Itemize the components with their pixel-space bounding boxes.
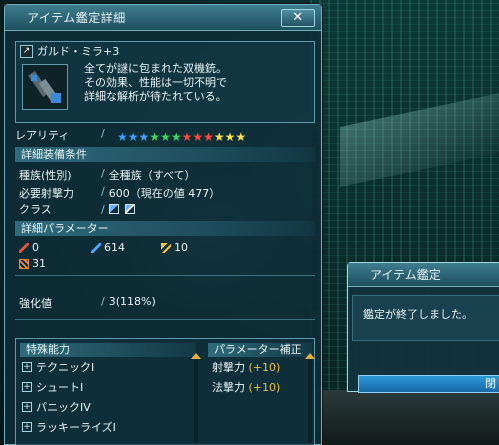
ability-item[interactable]: + ラッキーライズI: [22, 419, 116, 435]
rarity-star-icon: ★: [117, 130, 128, 144]
ability-item[interactable]: + パニックIV: [22, 399, 91, 415]
stat-dexterity: 31: [19, 257, 46, 270]
expand-icon: +: [22, 422, 32, 432]
parameters-header: 詳細パラメーター: [15, 221, 315, 236]
rarity-star-icon: ★: [149, 130, 161, 144]
rarity-star-icon: ★: [160, 130, 171, 144]
section-divider: [15, 275, 315, 276]
gunner-class-icon: [124, 204, 135, 214]
popup-title: アイテム鑑定: [348, 263, 499, 287]
item-name-row: ↗ ガルド・ミラ+3: [16, 42, 314, 60]
rarity-separator: /: [101, 127, 105, 140]
stat-technique: 10: [161, 241, 188, 254]
sword-icon: [19, 242, 29, 253]
race-label: 種族(性別): [19, 169, 72, 182]
equip-conditions-header: 詳細装備条件: [15, 147, 315, 162]
item-appraisal-detail-window: アイテム鑑定詳細 ✕ ↗ ガルド・ミラ+3 全てが謎に包まれた双機銃。 その効果…: [4, 4, 322, 445]
parameter-bonus-header: パラメーター補正: [208, 343, 312, 357]
grind-row: 強化値 / 3(118%): [19, 295, 156, 310]
grind-value: 3(118%): [108, 295, 156, 308]
rarity-stars: ★ ★ ★ ★ ★ ★ ★ ★ ★ ★ ★ ★: [117, 131, 246, 143]
expand-icon: +: [22, 382, 32, 392]
bonus-scrollbar[interactable]: [305, 353, 315, 443]
requirement-value: 600（現在の値 477）: [108, 187, 221, 200]
scroll-up-arrow-icon[interactable]: [191, 353, 201, 359]
race-value: 全種族（すべて）: [108, 169, 196, 182]
item-name: ガルド・ミラ+3: [37, 45, 120, 58]
rarity-star-icon: ★: [170, 130, 182, 144]
popup-message-box: 鑑定が終了しました。: [352, 295, 499, 341]
class-row: クラス /: [19, 201, 141, 217]
item-description: 全てが謎に包まれた双機銃。 その効果、性能は一切不明で 詳細な解析が待たれている…: [84, 62, 227, 103]
special-abilities-header: 特殊能力: [20, 343, 196, 357]
abilities-scrollbar[interactable]: [191, 353, 201, 443]
race-row: 種族(性別) / 全種族（すべて）: [19, 167, 196, 182]
rarity-star-icon: ★: [181, 130, 193, 144]
appraisal-popup: アイテム鑑定 鑑定が終了しました。 閉: [347, 262, 499, 393]
rarity-star-icon: ★: [235, 130, 247, 144]
requirement-row: 必要射撃力 / 600（現在の値 477）: [19, 185, 221, 200]
popup-close-button[interactable]: 閉: [358, 375, 499, 393]
dex-icon: [19, 258, 29, 269]
expand-icon: +: [22, 362, 32, 372]
ranger-class-icon: [108, 204, 119, 214]
ability-panel: 特殊能力 パラメーター補正 + テクニックI + シュートI + パニックIV …: [15, 338, 315, 445]
bonus-item: 法撃力 (+10): [212, 381, 281, 394]
rarity-star-icon: ★: [203, 130, 214, 144]
window-titlebar: アイテム鑑定詳細 ✕: [5, 5, 321, 31]
section-divider: [15, 319, 315, 320]
window-title: アイテム鑑定詳細: [27, 11, 126, 25]
stat-ranged: 614: [91, 241, 125, 254]
expand-icon: +: [22, 402, 32, 412]
background-floor: [310, 390, 499, 445]
scroll-up-arrow-icon[interactable]: [305, 353, 315, 359]
wand-icon: [161, 242, 171, 253]
rarity-label: レアリティ: [15, 129, 70, 142]
stat-striking: 0: [19, 241, 39, 254]
rarity-star-icon: ★: [213, 130, 225, 144]
rarity-star-icon: ★: [192, 130, 204, 144]
item-info-box: ↗ ガルド・ミラ+3 全てが謎に包まれた双機銃。 その効果、性能は一切不明で 詳…: [15, 41, 315, 123]
rarity-star-icon: ★: [138, 130, 150, 144]
rarity-star-icon: ★: [127, 130, 139, 144]
gun-icon: [91, 242, 101, 253]
class-label: クラス: [19, 203, 52, 216]
grind-label: 強化値: [19, 297, 52, 310]
ability-item[interactable]: + テクニックI: [22, 359, 94, 375]
twin-machinegun-icon: ↗: [20, 44, 33, 58]
rarity-star-icon: ★: [224, 130, 236, 144]
popup-message: 鑑定が終了しました。: [363, 308, 473, 321]
close-button[interactable]: ✕: [281, 8, 315, 27]
ability-item[interactable]: + シュートI: [22, 379, 83, 395]
requirement-label: 必要射撃力: [19, 187, 74, 200]
bonus-item: 射撃力 (+10): [212, 361, 281, 374]
weapon-image-icon: [22, 64, 68, 110]
